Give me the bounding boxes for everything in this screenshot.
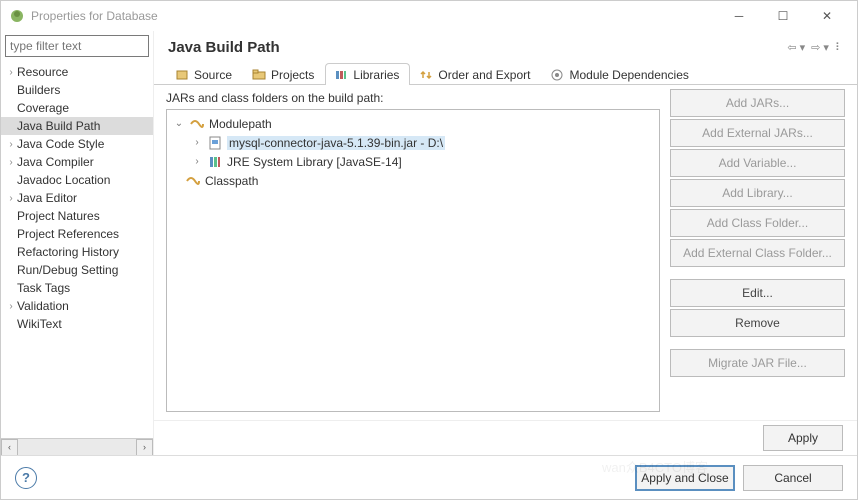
nav-item[interactable]: Run/Debug Setting (1, 261, 153, 279)
tree-jar-item[interactable]: › mysql-connector-java-5.1.39-bin.jar - … (169, 133, 657, 152)
cancel-button[interactable]: Cancel (743, 465, 843, 491)
nav-item-label: Refactoring History (17, 245, 119, 259)
chevron-down-icon[interactable]: ⌄ (173, 118, 185, 129)
library-icon (207, 154, 223, 170)
app-icon (9, 8, 25, 24)
chevron-right-icon[interactable]: › (191, 156, 203, 167)
nav-item-label: Project Natures (17, 209, 100, 223)
nav-item-label: Java Build Path (17, 119, 100, 133)
close-button[interactable]: ✕ (805, 1, 849, 31)
chevron-right-icon[interactable]: › (5, 67, 17, 78)
nav-item[interactable]: WikiText (1, 315, 153, 333)
nav-item[interactable]: ›Resource (1, 63, 153, 81)
nav-tree[interactable]: ›ResourceBuildersCoverageJava Build Path… (1, 61, 153, 438)
minimize-button[interactable]: ─ (717, 1, 761, 31)
nav-item-label: Java Editor (17, 191, 77, 205)
nav-item-label: Task Tags (17, 281, 70, 295)
nav-item[interactable]: Coverage (1, 99, 153, 117)
menu-icon[interactable]: ⠇ (835, 41, 843, 54)
nav-item-label: Resource (17, 65, 68, 79)
forward-icon[interactable]: ⇨ ▾ (811, 41, 829, 54)
nav-item[interactable]: Builders (1, 81, 153, 99)
maximize-button[interactable]: ☐ (761, 1, 805, 31)
nav-item[interactable]: Refactoring History (1, 243, 153, 261)
window-title: Properties for Database (31, 9, 158, 23)
library-tree[interactable]: ⌄ Modulepath › mysql-connector-java-5.1.… (166, 109, 660, 412)
add-class-folder-button[interactable]: Add Class Folder... (670, 209, 845, 237)
edit-button[interactable]: Edit... (670, 279, 845, 307)
jar-icon (207, 135, 223, 151)
nav-item[interactable]: Task Tags (1, 279, 153, 297)
filter-text-input[interactable] (5, 35, 149, 57)
tree-modulepath[interactable]: ⌄ Modulepath (169, 114, 657, 133)
chevron-right-icon[interactable]: › (5, 139, 17, 150)
scroll-left-button[interactable]: ‹ (1, 439, 18, 456)
chevron-right-icon[interactable]: › (5, 193, 17, 204)
chevron-right-icon[interactable]: › (5, 157, 17, 168)
path-icon (189, 116, 205, 132)
nav-item-label: Run/Debug Setting (17, 263, 118, 277)
chevron-right-icon[interactable]: › (191, 137, 203, 148)
tab-module-deps[interactable]: Module Dependencies (541, 63, 699, 85)
scroll-right-button[interactable]: › (136, 439, 153, 456)
nav-item-label: Builders (17, 83, 60, 97)
nav-item-label: WikiText (17, 317, 62, 331)
page-title: Java Build Path (168, 39, 781, 56)
add-external-jars-button[interactable]: Add External JARs... (670, 119, 845, 147)
tree-classpath[interactable]: Classpath (169, 171, 657, 190)
nav-item-label: Project References (17, 227, 119, 241)
nav-item[interactable]: Project References (1, 225, 153, 243)
h-scrollbar[interactable]: ‹ › (1, 438, 153, 455)
scroll-track[interactable] (18, 439, 136, 456)
chevron-right-icon[interactable]: › (5, 301, 17, 312)
nav-item[interactable]: ›Java Compiler (1, 153, 153, 171)
tab-source[interactable]: Source (166, 63, 243, 85)
tree-jre-item[interactable]: › JRE System Library [JavaSE-14] (169, 152, 657, 171)
nav-item-label: Validation (17, 299, 69, 313)
migrate-jar-button[interactable]: Migrate JAR File... (670, 349, 845, 377)
nav-item[interactable]: ›Java Code Style (1, 135, 153, 153)
nav-item-label: Java Compiler (17, 155, 94, 169)
nav-item[interactable]: Project Natures (1, 207, 153, 225)
apply-button[interactable]: Apply (763, 425, 843, 451)
back-icon[interactable]: ⇦ ▾ (787, 41, 805, 54)
add-library-button[interactable]: Add Library... (670, 179, 845, 207)
add-external-class-folder-button[interactable]: Add External Class Folder... (670, 239, 845, 267)
nav-item-label: Javadoc Location (17, 173, 110, 187)
tab-projects[interactable]: Projects (243, 63, 325, 85)
remove-button[interactable]: Remove (670, 309, 845, 337)
tabbar: Source Projects Libraries Order and Expo… (154, 62, 857, 85)
list-label: JARs and class folders on the build path… (166, 89, 660, 109)
nav-item-label: Coverage (17, 101, 69, 115)
nav-item[interactable]: Java Build Path (1, 117, 153, 135)
nav-item[interactable]: ›Validation (1, 297, 153, 315)
tab-order-export[interactable]: Order and Export (410, 63, 541, 85)
nav-item[interactable]: ›Java Editor (1, 189, 153, 207)
add-jars-button[interactable]: Add JARs... (670, 89, 845, 117)
apply-and-close-button[interactable]: Apply and Close (635, 465, 735, 491)
tab-libraries[interactable]: Libraries (325, 63, 410, 85)
nav-item[interactable]: Javadoc Location (1, 171, 153, 189)
nav-item-label: Java Code Style (17, 137, 104, 151)
help-icon[interactable]: ? (15, 467, 37, 489)
add-variable-button[interactable]: Add Variable... (670, 149, 845, 177)
path-icon (185, 173, 201, 189)
